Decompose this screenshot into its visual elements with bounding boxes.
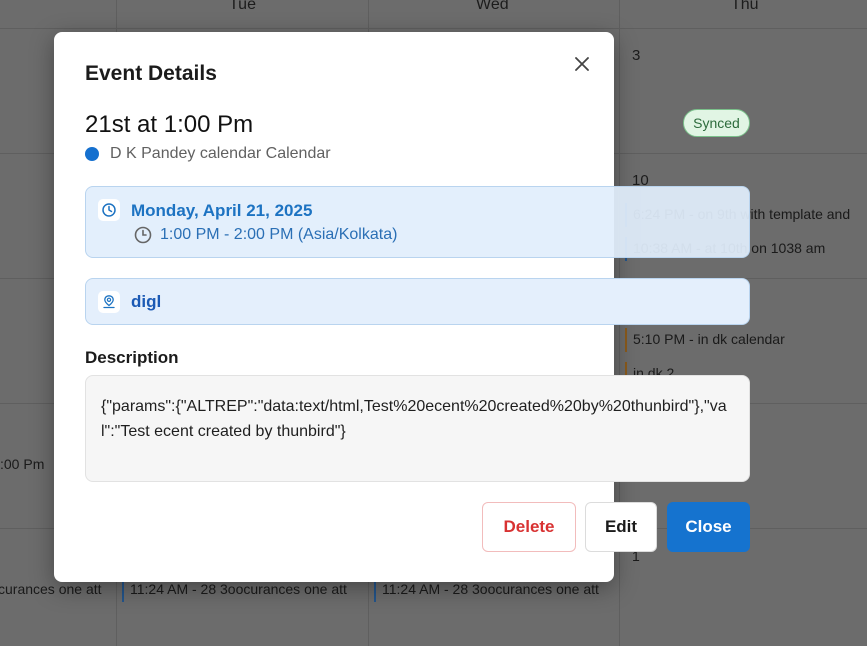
- calendar-event[interactable]: curances one att: [0, 581, 102, 597]
- description-label: Description: [85, 348, 179, 367]
- modal-title: Event Details: [85, 62, 217, 85]
- grid-line: [0, 28, 867, 29]
- calendar-event[interactable]: in dk 2: [625, 362, 674, 376]
- edit-button[interactable]: Edit: [585, 502, 657, 552]
- calendar-name-label: D K Pandey calendar Calendar: [110, 145, 331, 162]
- date-time-section: Monday, April 21, 2025 1:00 PM - 2:00 PM…: [85, 186, 750, 258]
- calendar-event[interactable]: 5:10 PM - in dk calendar: [625, 328, 785, 352]
- day-header-tue: Tue: [229, 0, 256, 13]
- delete-button[interactable]: Delete: [482, 502, 576, 552]
- calendar-color-dot: [85, 147, 99, 161]
- day-number[interactable]: 3: [632, 47, 640, 64]
- event-time-range: 1:00 PM - 2:00 PM (Asia/Kolkata): [160, 226, 398, 243]
- clock-icon: [98, 199, 120, 221]
- calendar-name: D K Pandey calendar Calendar: [85, 145, 331, 163]
- close-icon[interactable]: [570, 52, 594, 76]
- event-title: 21st at 1:00 Pm: [85, 111, 254, 138]
- close-button[interactable]: Close: [667, 502, 750, 552]
- location-section: digl: [85, 278, 750, 325]
- event-location: digl: [131, 292, 162, 311]
- location-pin-icon: [98, 291, 120, 313]
- synced-badge: Synced: [683, 109, 750, 137]
- event-time: 1:00 PM - 2:00 PM (Asia/Kolkata): [134, 226, 397, 244]
- event-time-partial: :00 Pm: [0, 456, 45, 472]
- day-header-wed: Wed: [476, 0, 509, 13]
- day-header-thu: Thu: [731, 0, 759, 13]
- clock-icon: [134, 226, 152, 244]
- description-text: {"params":{"ALTREP":"data:text/html,Test…: [85, 375, 750, 482]
- event-date: Monday, April 21, 2025: [131, 201, 313, 220]
